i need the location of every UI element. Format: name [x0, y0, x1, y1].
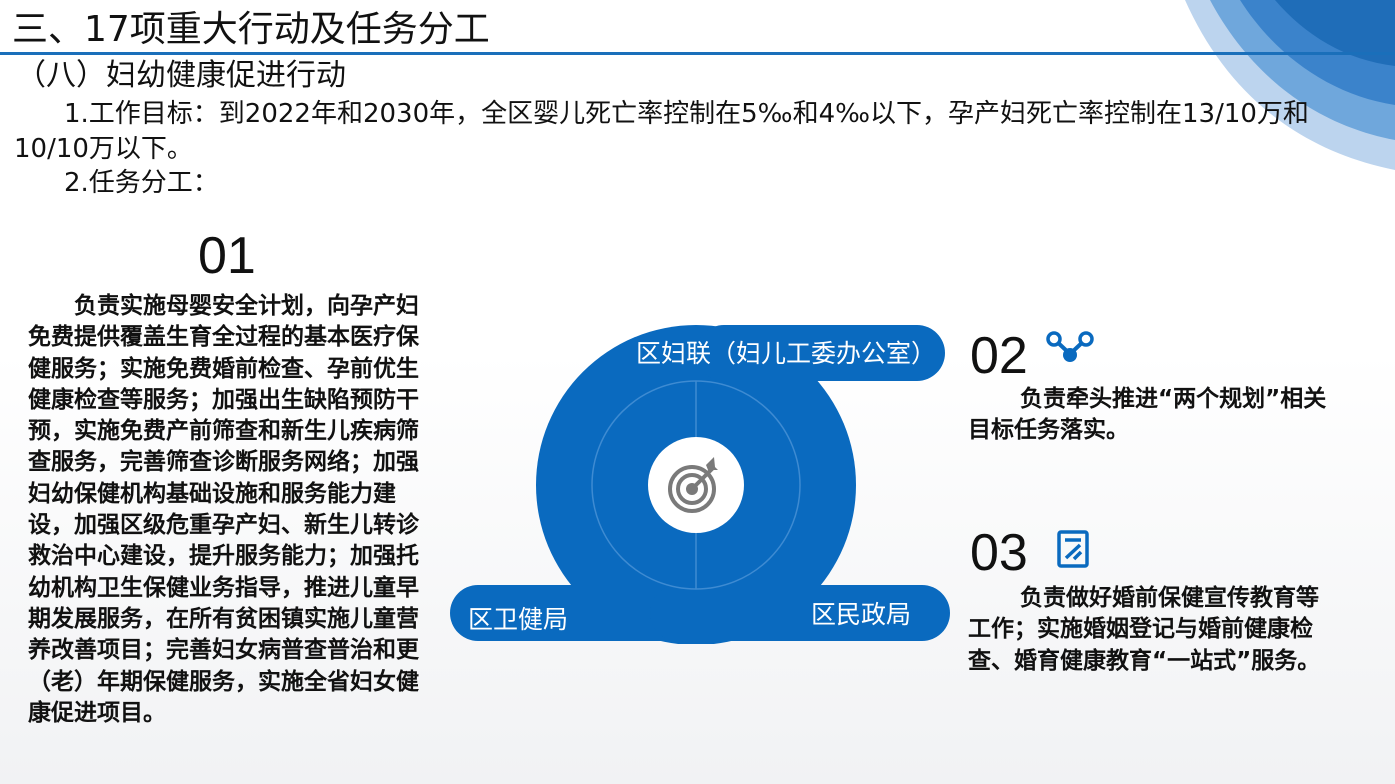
- section-subtitle: （八）妇幼健康促进行动: [16, 58, 346, 93]
- work-goal-text: 1.工作目标：到2022年和2030年，全区婴儿死亡率控制在5‰和4‰以下，孕产…: [14, 99, 1309, 164]
- item-text-03: 负责做好婚前保健宣传教育等工作；实施婚姻登记与婚前健康检查、婚育健康教育“一站式…: [968, 585, 1321, 674]
- title-divider: [0, 52, 1395, 55]
- page-title: 三、17项重大行动及任务分工: [12, 9, 490, 50]
- label-health-bureau: 区卫健局: [468, 605, 569, 634]
- share-icon: [1046, 330, 1094, 364]
- item-text-01: 负责实施母婴安全计划，向孕产妇免费提供覆盖生育全过程的基本医疗保健服务；实施免费…: [28, 293, 419, 726]
- item-text-02: 负责牵头推进“两个规划”相关目标任务落实。: [968, 386, 1327, 444]
- responsibility-diagram: [450, 322, 955, 645]
- label-women-federation: 区妇联（妇儿工委办公室）: [636, 339, 937, 368]
- label-civil-affairs-bureau: 区民政局: [811, 600, 912, 629]
- item-number-02: 02: [970, 327, 1028, 385]
- tasks-heading: 2.任务分工：: [64, 168, 219, 198]
- item-number-03: 03: [970, 524, 1028, 582]
- document-icon: [1056, 528, 1092, 568]
- item-number-01: 01: [198, 227, 256, 285]
